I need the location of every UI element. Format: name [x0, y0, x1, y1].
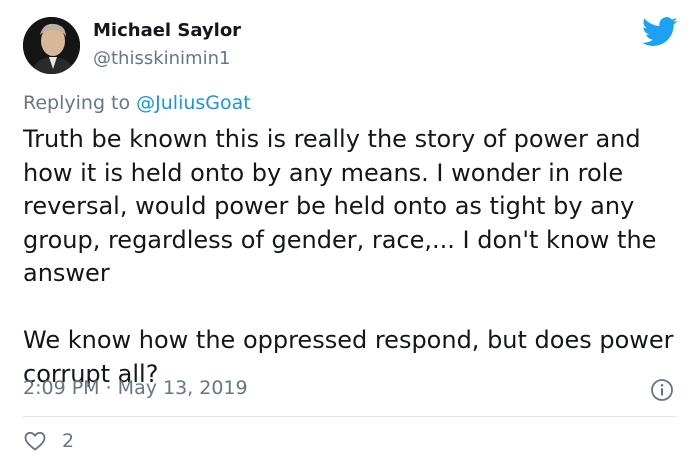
info-icon[interactable] [650, 378, 674, 402]
author-handle[interactable]: @thisskinimin1 [93, 48, 230, 69]
replying-to: Replying to @JuliusGoat [23, 92, 251, 114]
replying-to-label: Replying to [23, 92, 137, 114]
tweet-card: Michael Saylor @thisskinimin1 Replying t… [0, 0, 700, 470]
avatar[interactable] [23, 17, 80, 74]
tweet-text: Truth be known this is really the story … [23, 123, 683, 391]
author-name[interactable]: Michael Saylor [93, 20, 241, 41]
timestamp[interactable]: 2:09 PM · May 13, 2019 [23, 377, 248, 399]
tweet-paragraph: Truth be known this is really the story … [23, 125, 657, 287]
like-count: 2 [62, 430, 75, 452]
heart-icon[interactable] [23, 429, 47, 453]
mention-link[interactable]: @JuliusGoat [136, 92, 251, 114]
divider [23, 416, 677, 417]
twitter-bird-icon[interactable] [642, 17, 678, 47]
